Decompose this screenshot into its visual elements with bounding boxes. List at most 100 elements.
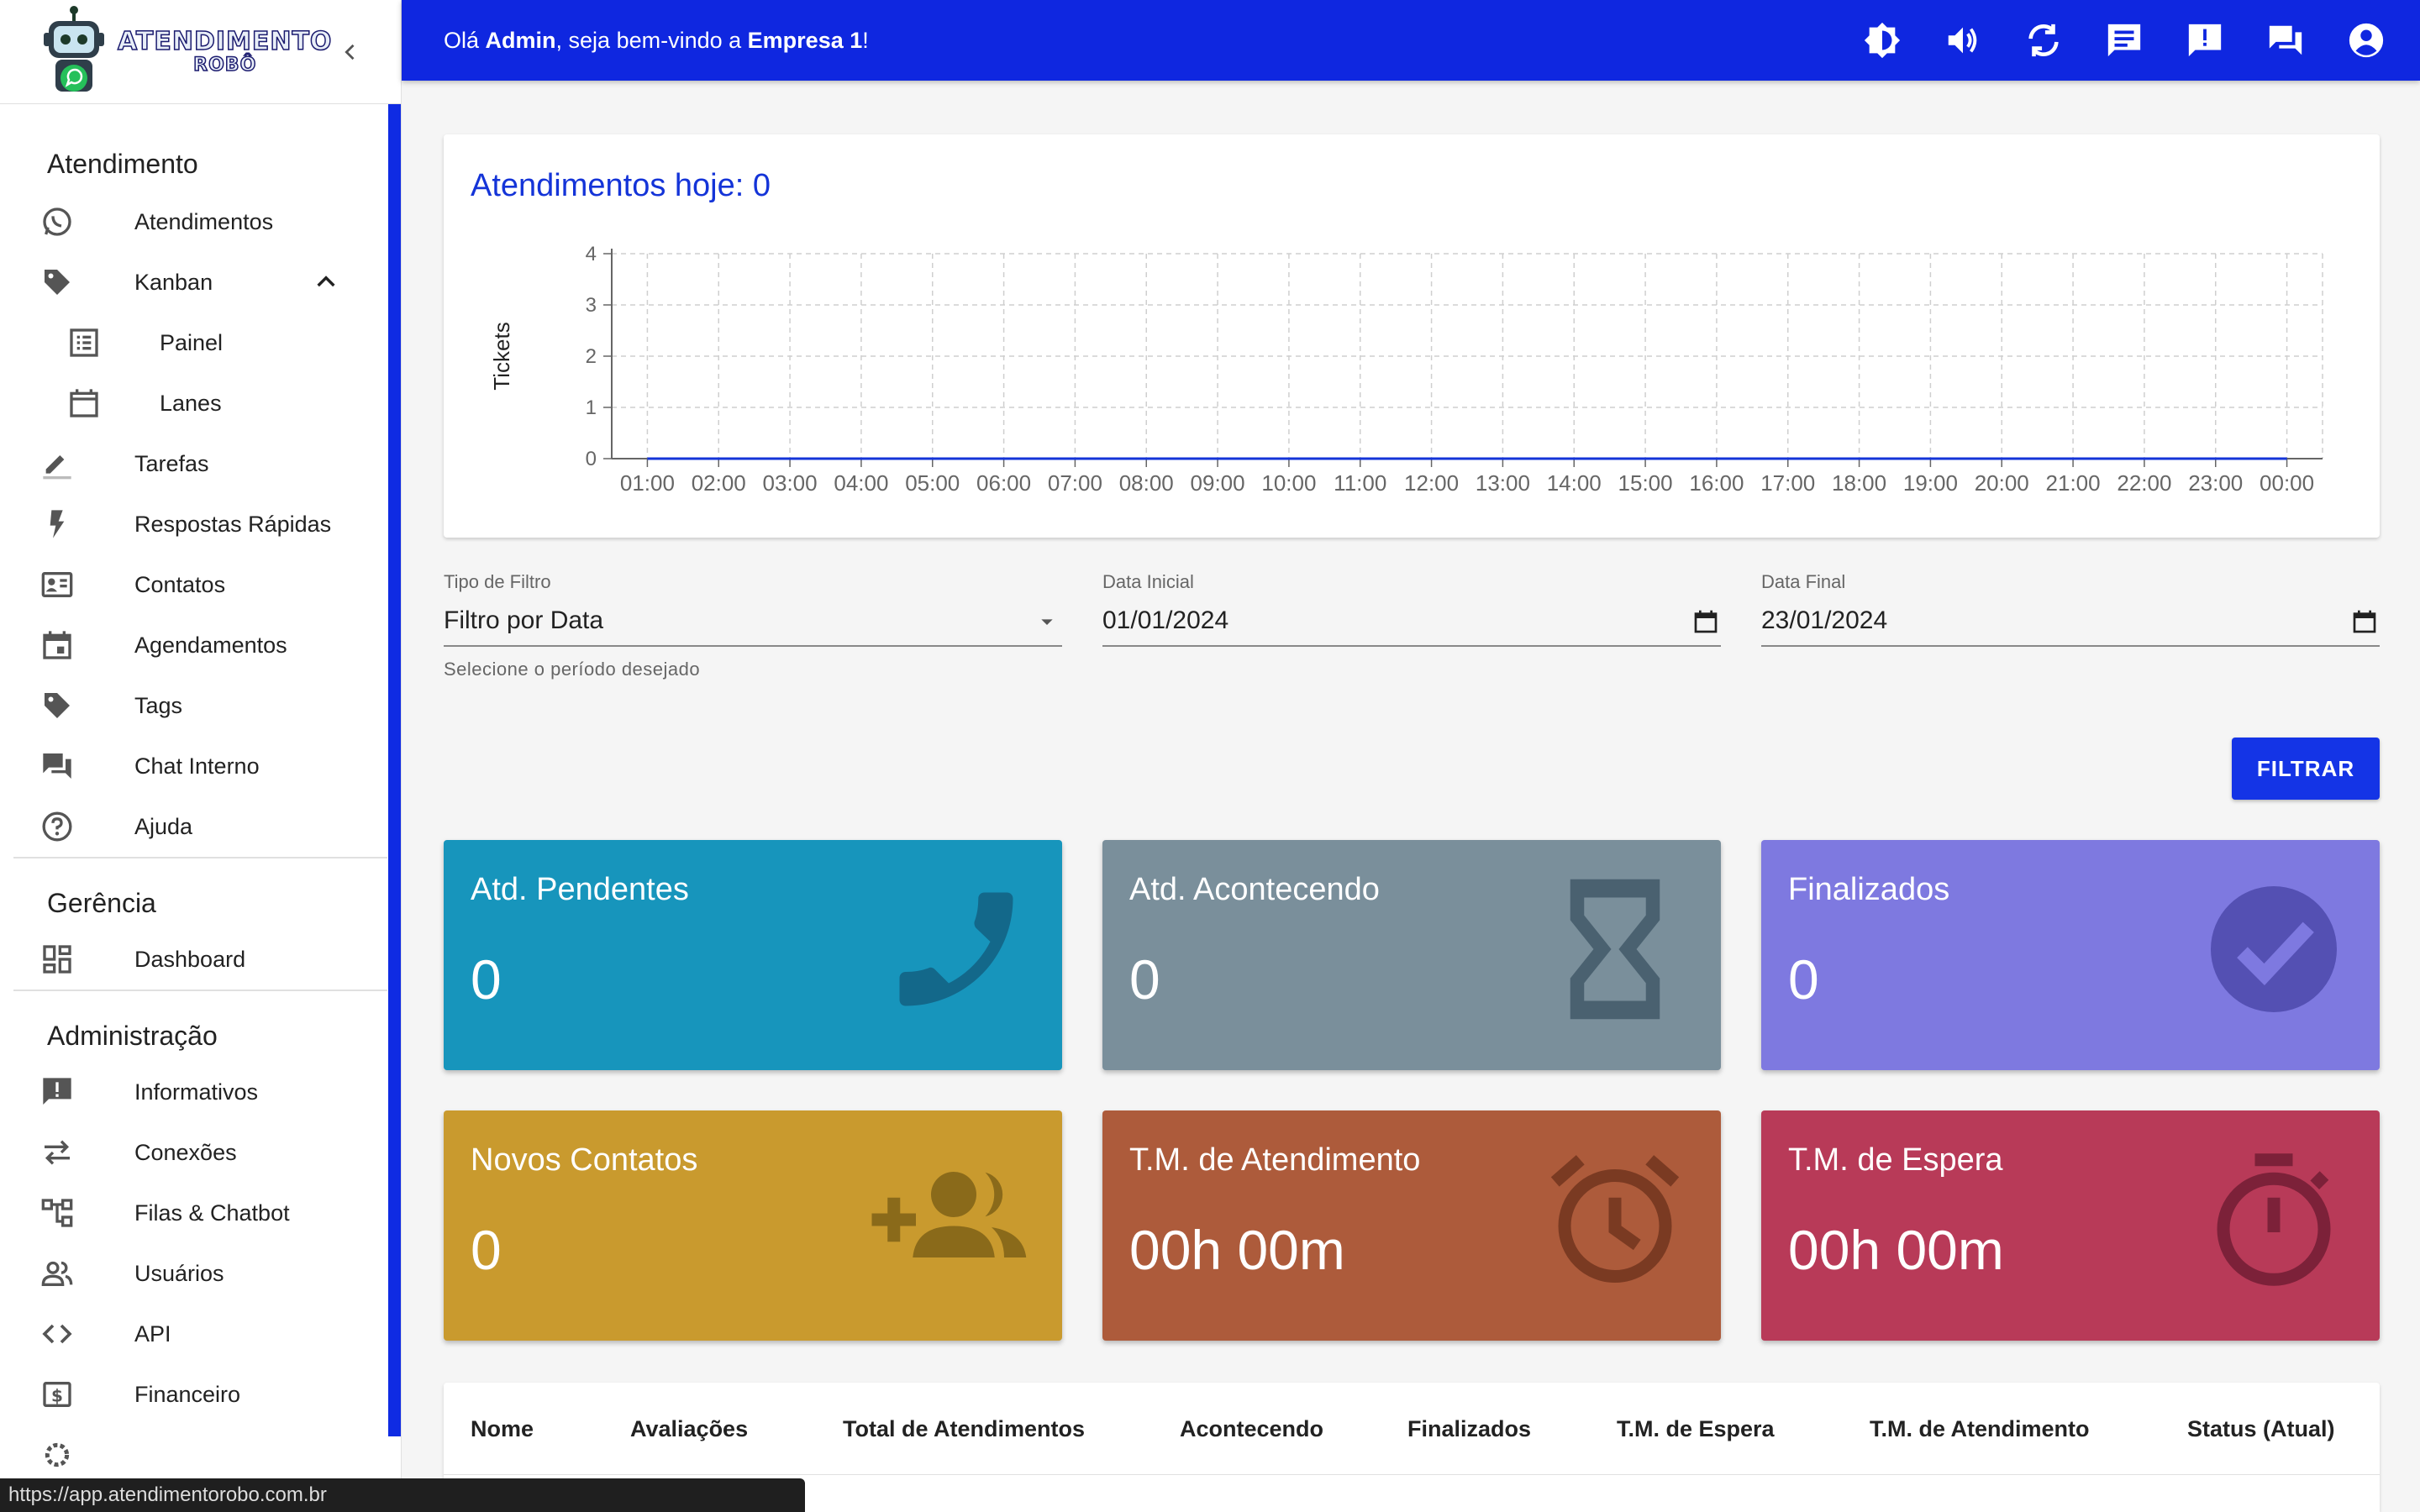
sidebar-item-conexoes[interactable]: Conexões [0, 1122, 401, 1183]
x-tick-label: 11:00 [1334, 470, 1386, 496]
dashboard-icon [40, 942, 74, 976]
logo-line2: ROBÔ [192, 54, 257, 76]
sidebar-item-label: Respostas Rápidas [134, 511, 332, 537]
x-tick-label: 21:00 [2046, 470, 2101, 496]
calendar-icon[interactable] [2351, 608, 2378, 635]
tickets-line-chart: 0 1 2 3 4 01:00 02:00 03:00 04:00 05:00 06:00 07:00… [489, 243, 2323, 496]
column-header-status[interactable]: Status (Atual) [2187, 1416, 2335, 1442]
code-icon [40, 1317, 74, 1351]
sidebar-item-respostas-rapidas[interactable]: Respostas Rápidas [0, 494, 401, 554]
x-tick-label: 20:00 [1975, 470, 2029, 496]
end-date-input[interactable]: 23/01/2024 [1761, 596, 2380, 647]
top-icons [1862, 20, 2386, 60]
sidebar-item-filas-chatbot[interactable]: Filas & Chatbot [0, 1183, 401, 1243]
sidebar-item-usuarios[interactable]: Usuários [0, 1243, 401, 1304]
list-icon [67, 326, 101, 360]
start-date-field[interactable]: Data Inicial 01/01/2024 [1102, 571, 1721, 647]
sidebar-item-contatos[interactable]: Contatos [0, 554, 401, 615]
refresh-icon[interactable] [2023, 20, 2064, 60]
sidebar-item-atendimentos[interactable]: Atendimentos [0, 192, 401, 252]
welcome-message: Olá Admin, seja bem-vindo a Empresa 1! [444, 28, 869, 54]
dropdown-arrow-icon [1041, 619, 1053, 625]
column-header-tm-atendimento[interactable]: T.M. de Atendimento [1870, 1416, 2090, 1442]
sidebar-item-label: Agendamentos [134, 632, 287, 658]
sidebar-item-chat-interno[interactable]: Chat Interno [0, 736, 401, 796]
card-title: T.M. de Espera [1788, 1142, 2003, 1178]
column-header-tm-espera[interactable]: T.M. de Espera [1617, 1416, 1775, 1442]
x-tick-label: 02:00 [692, 470, 746, 496]
forum-icon[interactable] [2265, 20, 2306, 60]
x-tick-label: 00:00 [2260, 470, 2314, 496]
account-icon[interactable] [2346, 20, 2386, 60]
y-tick-label: 4 [586, 243, 597, 265]
x-tick-label: 04:00 [834, 470, 888, 496]
logo-area: ATENDIMENTO ROBÔ [0, 0, 401, 104]
x-tick-label: 23:00 [2188, 470, 2243, 496]
calendar-icon[interactable] [1692, 608, 1719, 635]
x-tick-label: 15:00 [1618, 470, 1673, 496]
announcement-icon[interactable] [2185, 20, 2225, 60]
chart-card: Atendimentos hoje: 0 0 1 2 3 4 01:00 02:00 03:0… [444, 134, 2380, 538]
collapse-sidebar-button[interactable] [334, 35, 367, 69]
filter-row: Tipo de Filtro Filtro por Data Selecione… [444, 571, 2380, 706]
sidebar-item-tarefas[interactable]: Tarefas [0, 433, 401, 494]
robot-logo-icon [40, 5, 108, 98]
start-date-value: 01/01/2024 [1102, 606, 1229, 634]
filter-type-helper: Selecione o período desejado [444, 659, 701, 680]
sidebar-item-partial[interactable] [0, 1425, 401, 1485]
sidebar-item-informativos[interactable]: Informativos [0, 1062, 401, 1122]
y-tick-label: 0 [586, 448, 597, 470]
sidebar-item-financeiro[interactable]: $ Financeiro [0, 1364, 401, 1425]
check-circle-icon [2211, 886, 2337, 1012]
card-value: 0 [471, 1219, 502, 1281]
sidebar-item-label: Kanban [134, 269, 213, 295]
help-icon [40, 810, 74, 843]
logo-line1: ATENDIMENTO [117, 26, 333, 56]
forum-icon [40, 749, 74, 783]
card-tm-espera: T.M. de Espera 00h 00m [1761, 1110, 2380, 1341]
column-header-nome[interactable]: Nome [471, 1416, 534, 1442]
status-bar-url: https://app.atendimentorobo.com.br [0, 1478, 805, 1512]
filter-button[interactable]: FILTRAR [2232, 738, 2380, 800]
sidebar-item-tags[interactable]: Tags [0, 675, 401, 736]
chat-icon[interactable] [2104, 20, 2144, 60]
column-header-avaliacoes[interactable]: Avaliações [630, 1416, 748, 1442]
whatsapp-icon [40, 205, 74, 239]
chevron-up-icon[interactable] [313, 269, 339, 296]
card-novos-contatos: Novos Contatos 0 [444, 1110, 1062, 1341]
company-name: Empresa 1 [747, 27, 863, 53]
x-tick-label: 19:00 [1903, 470, 1958, 496]
card-atd-pendentes: Atd. Pendentes 0 [444, 840, 1062, 1070]
volume-icon[interactable] [1943, 20, 1983, 60]
x-tick-label: 06:00 [976, 470, 1031, 496]
section-administracao-title: Administração [47, 1021, 218, 1051]
people-icon [40, 1257, 74, 1290]
sidebar-item-label: Informativos [134, 1079, 259, 1105]
sidebar-item-painel[interactable]: Painel [0, 312, 401, 373]
filter-type-select[interactable]: Filtro por Data [444, 596, 1062, 647]
sidebar: ATENDIMENTO ROBÔ Atendimento Atendimento… [0, 0, 402, 1512]
sidebar-item-kanban[interactable]: Kanban [0, 252, 401, 312]
end-date-field[interactable]: Data Final 23/01/2024 [1761, 571, 2380, 647]
start-date-input[interactable]: 01/01/2024 [1102, 596, 1721, 647]
brightness-icon[interactable] [1862, 20, 1902, 60]
column-header-acontecendo[interactable]: Acontecendo [1180, 1416, 1323, 1442]
card-value: 00h 00m [1788, 1219, 2004, 1281]
card-title: Finalizados [1788, 872, 1950, 907]
sidebar-item-api[interactable]: API [0, 1304, 401, 1364]
column-header-finalizados[interactable]: Finalizados [1407, 1416, 1531, 1442]
sidebar-item-lanes[interactable]: Lanes [0, 373, 401, 433]
card-atd-acontecendo: Atd. Acontecendo 0 [1102, 840, 1721, 1070]
filter-type-field[interactable]: Tipo de Filtro Filtro por Data Selecione… [444, 571, 1062, 680]
sidebar-item-label: Chat Interno [134, 753, 260, 779]
sidebar-scrollbar[interactable] [388, 104, 401, 1436]
x-tick-label: 05:00 [905, 470, 960, 496]
card-title: T.M. de Atendimento [1129, 1142, 1421, 1178]
x-tick-label: 14:00 [1547, 470, 1602, 496]
sidebar-item-ajuda[interactable]: Ajuda [0, 796, 401, 857]
sidebar-item-dashboard[interactable]: Dashboard [0, 929, 401, 990]
sidebar-item-agendamentos[interactable]: Agendamentos [0, 615, 401, 675]
card-value: 00h 00m [1129, 1219, 1345, 1281]
flash-icon [40, 507, 74, 541]
column-header-total[interactable]: Total de Atendimentos [843, 1416, 1085, 1442]
